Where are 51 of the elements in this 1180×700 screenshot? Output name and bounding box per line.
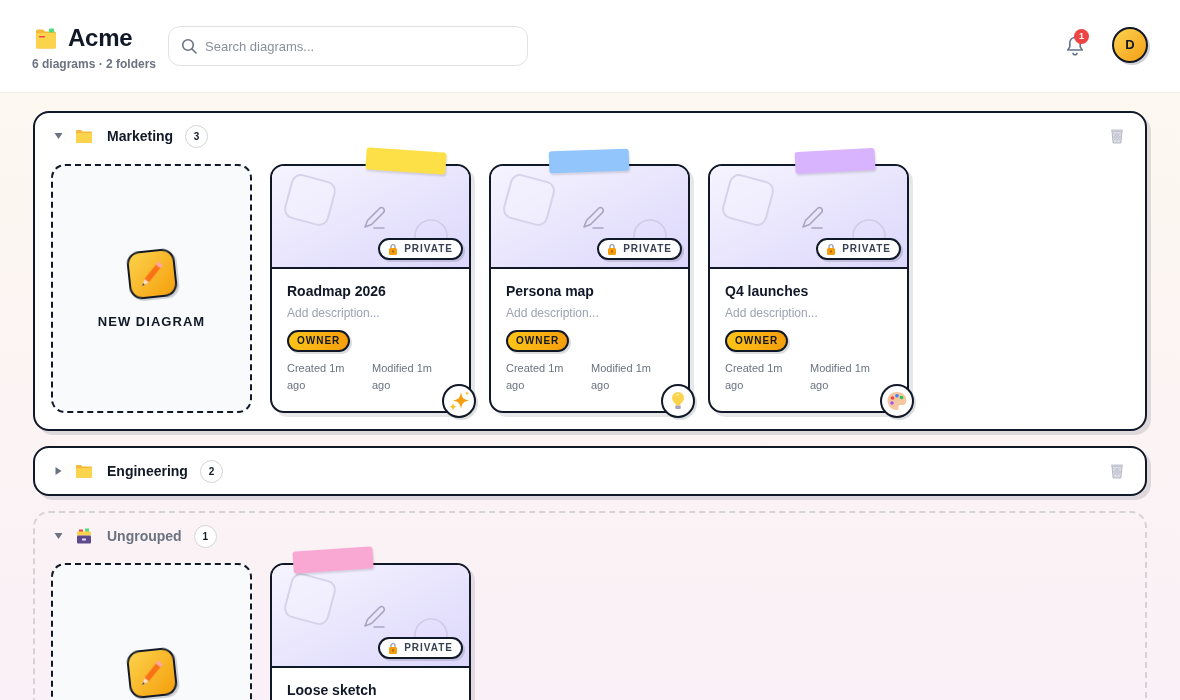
privacy-label: PRIVATE (842, 244, 891, 254)
file-box-icon (76, 528, 92, 544)
count-badge: 3 (185, 124, 209, 148)
modified-date: Modified 1m ago (372, 361, 433, 393)
folder-name: Ungrouped (107, 526, 182, 546)
diagram-title: Persona map (506, 283, 594, 299)
description-field[interactable]: Add description... (506, 304, 673, 322)
folder-icon (35, 27, 57, 49)
diagram-title: Loose sketch (287, 682, 377, 698)
notifications-button[interactable]: 1 (1062, 29, 1092, 61)
modified-date: Modified 1m ago (591, 361, 652, 393)
lightbulb-icon (660, 383, 696, 419)
trash-icon (1109, 128, 1125, 144)
privacy-label: PRIVATE (404, 643, 453, 653)
count-badge: 1 (193, 524, 217, 548)
diagram-title: Roadmap 2026 (287, 283, 386, 299)
folder-icon (76, 129, 92, 143)
description-field[interactable]: Add description... (725, 304, 892, 322)
lock-icon (388, 243, 399, 255)
app-name: Acme (68, 26, 133, 50)
lock-icon (826, 243, 837, 255)
privacy-label: PRIVATE (404, 244, 453, 254)
diagram-title: Q4 launches (725, 283, 809, 299)
role-badge: OWNER (287, 330, 351, 352)
folder-name: Engineering (107, 461, 188, 481)
lock-icon (388, 642, 399, 654)
diagram-card[interactable]: PRIVATE Loose sketch (270, 563, 471, 700)
notification-count: 1 (1074, 29, 1089, 44)
created-date: Created 1m ago (506, 361, 565, 393)
search-field[interactable]: Search diagrams... (168, 26, 529, 66)
role-badge: OWNER (506, 330, 570, 352)
modified-date: Modified 1m ago (810, 361, 871, 393)
folder-name: Marketing (107, 126, 174, 146)
lock-icon (607, 243, 618, 255)
diagram-card[interactable]: PRIVATE Q4 launches Add description... OWNER Created 1m ago Modified 1m ago (708, 164, 909, 413)
privacy-label: PRIVATE (623, 244, 672, 254)
diagram-card[interactable]: PRIVATE Persona map Add description... OWNER Created 1m ago Modified 1m ago (489, 164, 690, 413)
folder-summary: 6 diagrams · 2 folders (32, 57, 157, 71)
folder-icon (76, 464, 92, 478)
palette-icon (879, 383, 915, 419)
created-date: Created 1m ago (725, 361, 784, 393)
trash-icon (1109, 463, 1125, 479)
avatar-button[interactable]: D (1112, 27, 1148, 63)
new-diagram-card[interactable]: NEW DIAGRAM (51, 164, 252, 413)
diagram-card[interactable]: PRIVATE Roadmap 2026 Add description... OWNER Created 1m ago Modified 1m ago (270, 164, 471, 413)
description-field[interactable]: Add description... (287, 304, 454, 322)
role-badge: OWNER (725, 330, 789, 352)
count-badge: 2 (199, 459, 223, 483)
created-date: Created 1m ago (287, 361, 346, 393)
search-icon (181, 38, 198, 54)
sparkles-icon (441, 383, 477, 419)
